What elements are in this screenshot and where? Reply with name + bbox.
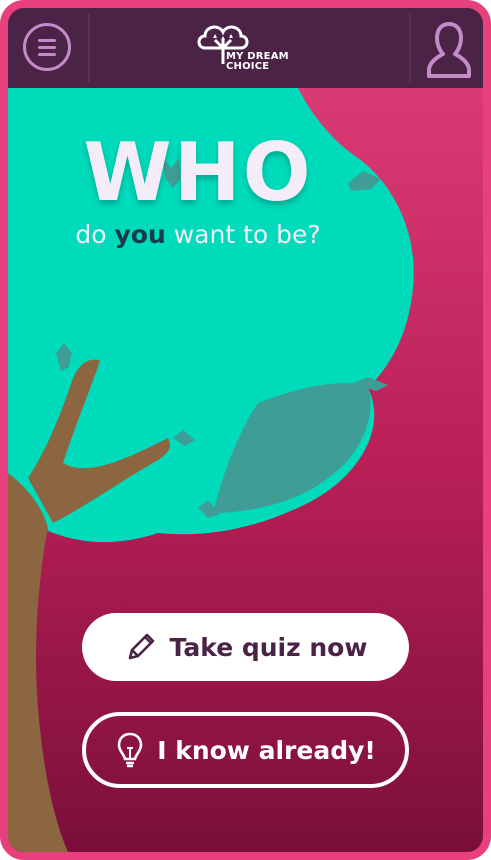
subtitle-emphasis: you: [114, 220, 166, 249]
user-silhouette-icon: [427, 22, 471, 78]
subtitle-part-1: do: [75, 220, 115, 249]
user-profile-icon[interactable]: [419, 18, 479, 80]
logo-line2: CHOICE: [226, 61, 270, 72]
hero-subtitle: do you want to be?: [8, 220, 388, 250]
header-divider: [88, 14, 90, 82]
lightbulb-icon: [117, 732, 143, 768]
take-quiz-label: Take quiz now: [169, 632, 368, 662]
app-frame: MY DREAM CHOICE WHO do you want to be? T…: [0, 0, 491, 860]
logo-text: MY DREAM CHOICE: [226, 52, 289, 72]
subtitle-part-2: want to be?: [165, 220, 321, 249]
pencil-icon: [128, 633, 154, 660]
hamburger-menu-icon[interactable]: [23, 23, 71, 71]
i-know-already-button[interactable]: I know already!: [82, 712, 409, 788]
hero-title: WHO: [83, 126, 313, 219]
app-logo[interactable]: MY DREAM CHOICE: [188, 18, 308, 80]
header-divider: [409, 14, 411, 82]
top-header: MY DREAM CHOICE: [8, 8, 483, 88]
take-quiz-button[interactable]: Take quiz now: [82, 613, 409, 681]
i-know-already-label: I know already!: [157, 735, 376, 765]
